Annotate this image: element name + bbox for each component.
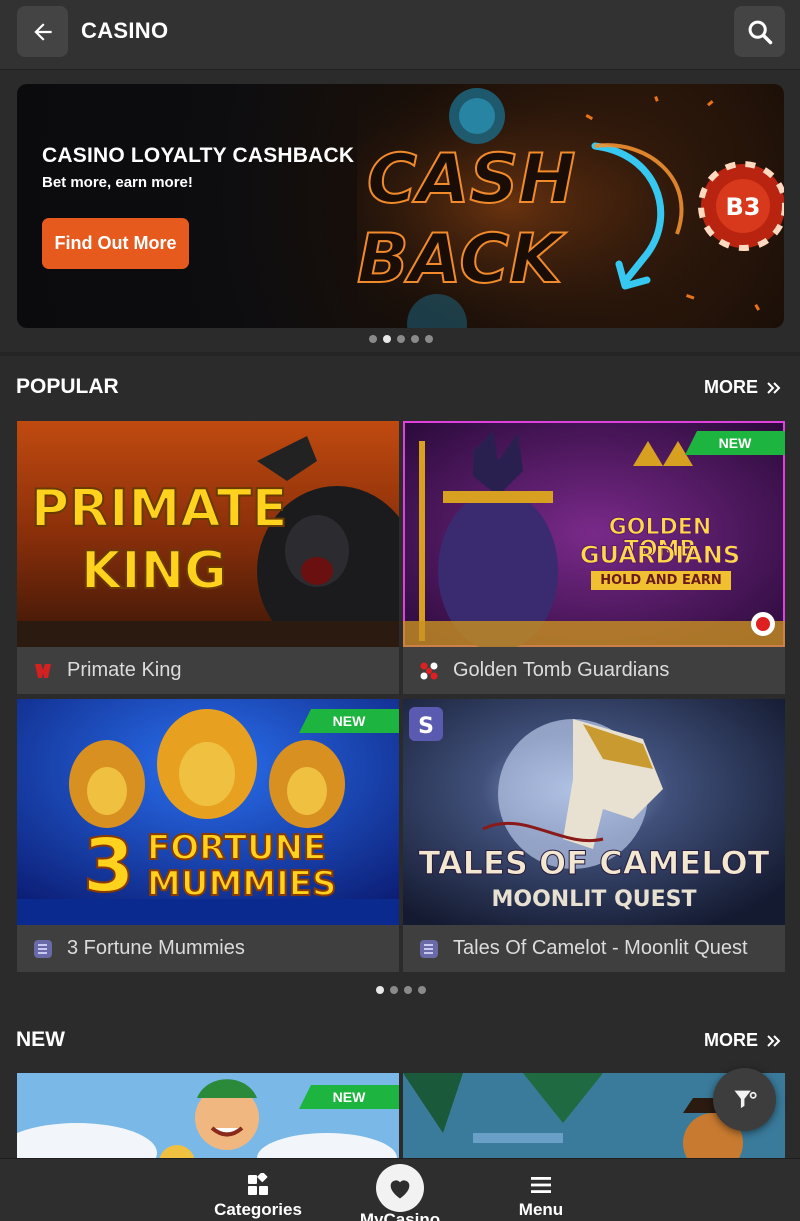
game-name: Tales Of Camelot - Moonlit Quest	[453, 937, 748, 959]
page-title: CASINO	[81, 18, 169, 43]
nav-categories[interactable]: Categories	[198, 1159, 318, 1221]
promo-banner[interactable]: CASH BACK B3 CASINO LOYALTY CASHBACK Bet…	[17, 84, 784, 328]
chip-logo: B3	[726, 193, 761, 221]
game-card-primate-king[interactable]: PRIMATE KING Primate King	[17, 421, 399, 694]
pagination-dot[interactable]	[404, 986, 412, 994]
banner-title: CASINO LOYALTY CASHBACK	[42, 144, 355, 167]
heart-icon	[390, 1180, 410, 1199]
game-thumbnail[interactable]: GOLDEN TOMB GUARDIANS HOLD AND EARN NEW	[403, 421, 785, 647]
cashback-line1: CASH	[367, 140, 575, 219]
cashback-artwork: CASH BACK B3	[357, 84, 784, 328]
nav-label: Menu	[518, 1200, 564, 1219]
back-button[interactable]	[17, 6, 68, 57]
double-chevron-right-icon	[767, 381, 781, 394]
popular-section-title: POPULAR	[16, 375, 119, 398]
provider-icon	[31, 937, 55, 961]
art-line1: FORTUNE	[146, 828, 327, 868]
mycasino-heart-button[interactable]	[376, 1164, 424, 1212]
game-card-tales-of-camelot[interactable]: S TALES OF CAMELOT MOONLIT QUEST Tales O…	[403, 699, 785, 972]
pagination-dot-active[interactable]	[376, 986, 384, 994]
provider-icon	[417, 937, 441, 961]
new-badge: NEW	[299, 709, 399, 733]
game-card-footer: 3 Fortune Mummies	[17, 925, 399, 972]
more-label: MORE	[704, 1030, 758, 1050]
pagination-dot[interactable]	[425, 335, 433, 343]
new-section-title: NEW	[16, 1028, 65, 1051]
search-icon	[748, 20, 772, 44]
art-line1: PRIMATE	[30, 479, 288, 539]
art-line2: GUARDIANS	[579, 541, 741, 569]
pagination-dot[interactable]	[397, 335, 405, 343]
game-name: Primate King	[67, 659, 182, 681]
pagination-dot[interactable]	[418, 986, 426, 994]
new-badge: NEW	[299, 1085, 399, 1109]
game-card-footer: Golden Tomb Guardians	[403, 647, 785, 694]
game-card-footer: Primate King	[17, 647, 399, 694]
game-card-golden-tomb-guardians[interactable]: GOLDEN TOMB GUARDIANS HOLD AND EARN NEW …	[403, 421, 785, 694]
art-number: 3	[82, 823, 135, 909]
banner-subtitle: Bet more, earn more!	[42, 174, 193, 191]
top-bar: CASINO	[0, 0, 800, 70]
svg-text:S: S	[418, 714, 434, 739]
new-badge: NEW	[685, 431, 785, 455]
game-name: Golden Tomb Guardians	[453, 659, 670, 681]
game-thumbnail[interactable]: S TALES OF CAMELOT MOONLIT QUEST	[403, 699, 785, 925]
pagination-dot[interactable]	[411, 335, 419, 343]
banner-pagination	[369, 335, 433, 343]
pagination-dot-active[interactable]	[383, 335, 391, 343]
art-line2: MUMMIES	[146, 864, 337, 904]
game-thumbnail[interactable]: 3 FORTUNE MUMMIES NEW	[17, 699, 399, 925]
double-chevron-right-icon	[767, 1034, 781, 1047]
filter-icon	[734, 1090, 757, 1108]
popular-more-link[interactable]: MORE	[704, 377, 782, 398]
hamburger-icon	[531, 1177, 551, 1193]
art-line3: HOLD AND EARN	[591, 571, 731, 590]
popular-pagination	[376, 986, 426, 994]
arrow-left-icon	[33, 22, 52, 41]
game-name: 3 Fortune Mummies	[67, 937, 245, 959]
nav-menu[interactable]: Menu	[481, 1159, 601, 1221]
pagination-dot[interactable]	[390, 986, 398, 994]
art-line2: KING	[80, 541, 228, 601]
section-divider	[0, 352, 800, 356]
game-card-3-fortune-mummies[interactable]: 3 FORTUNE MUMMIES NEW 3 Fortune Mummies	[17, 699, 399, 972]
game-thumbnail[interactable]: PRIMATE KING	[17, 421, 399, 647]
grid-icon	[248, 1173, 268, 1195]
find-out-more-button[interactable]: Find Out More	[42, 218, 189, 269]
game-card-footer: Tales Of Camelot - Moonlit Quest	[403, 925, 785, 972]
art-line1: TALES OF CAMELOT	[418, 844, 770, 882]
more-label: MORE	[704, 377, 758, 397]
cashback-line2: BACK	[357, 220, 566, 299]
nav-label: Categories	[214, 1200, 302, 1219]
filter-button[interactable]	[713, 1068, 776, 1131]
search-button[interactable]	[734, 6, 785, 57]
pagination-dot[interactable]	[369, 335, 377, 343]
provider-icon	[417, 659, 441, 683]
new-more-link[interactable]: MORE	[704, 1030, 782, 1051]
provider-icon	[31, 659, 55, 683]
art-line2: MOONLIT QUEST	[491, 887, 697, 912]
